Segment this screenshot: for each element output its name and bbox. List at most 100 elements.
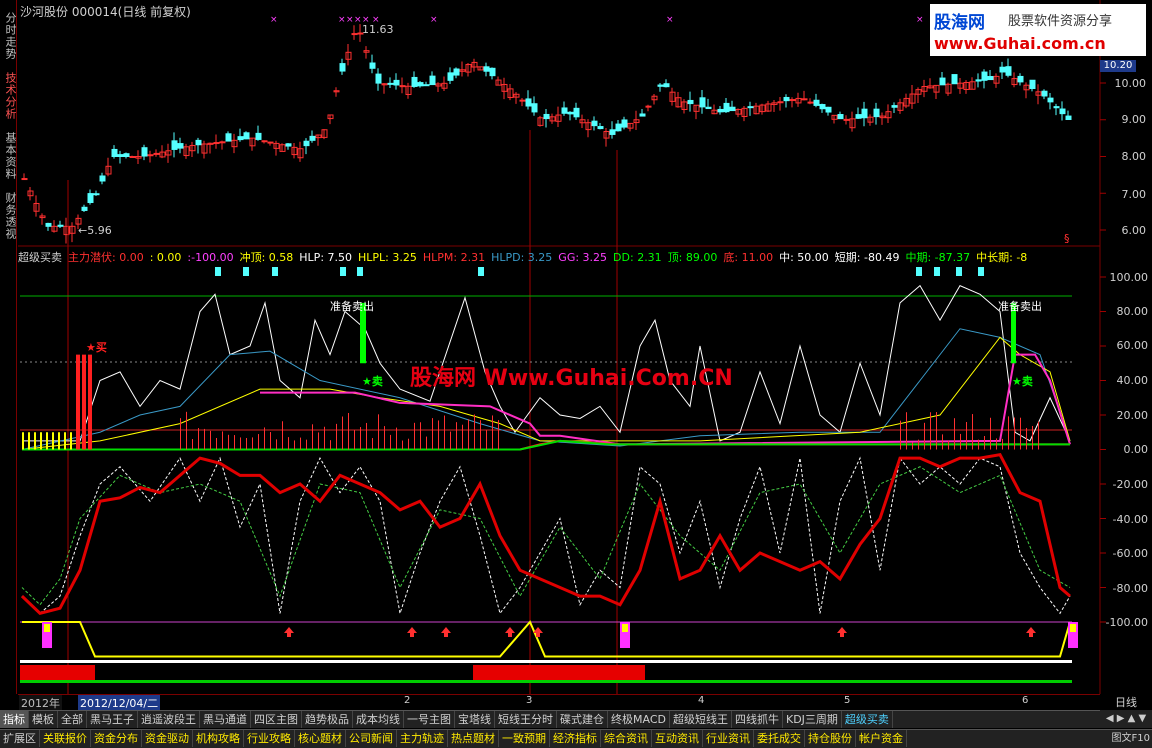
indicator-axis-label: -60.00 [1112,547,1148,560]
period-selector[interactable]: 日线 [1100,694,1152,709]
indicator-tab[interactable]: 超级短线王 [670,711,732,728]
candle-body [639,113,646,117]
buildup-bar [46,432,48,450]
indicator-axis-label: -20.00 [1112,478,1148,491]
indicator-tab[interactable]: 黑马通道 [200,711,251,728]
indicator-tab[interactable]: KDJ三周期 [783,711,842,728]
up-arrow [1026,627,1036,637]
signal-bar [258,434,259,450]
candle-body [663,83,670,88]
indicator-axis-label: 20.00 [1116,409,1149,422]
indicator-header-item: 短期: -80.49 [834,251,900,264]
up-arrow [505,627,515,637]
info-tab[interactable]: 互动资讯 [652,730,703,747]
candle-body [1029,79,1036,90]
candle-body [519,99,526,102]
info-tab[interactable]: 持仓股份 [805,730,856,747]
indicator-tab[interactable]: 成本均线 [353,711,404,728]
indicator-tab[interactable]: 四线抓牛 [732,711,783,728]
month-label: 2 [404,695,411,706]
signal-bar [390,434,391,450]
info-tab[interactable]: 关联报价 [40,730,91,747]
chart-canvas[interactable]: ×××××××××× [0,0,1152,694]
signal-bar [294,440,295,450]
info-tab[interactable]: 资金分布 [91,730,142,747]
signal-bar [1014,417,1015,450]
indicator-axis-label: -40.00 [1112,513,1148,526]
indicator-tab[interactable]: 指标 [0,711,29,728]
indicator-tab[interactable]: 逍遥波段王 [138,711,200,728]
candle-body [213,142,220,145]
info-tab[interactable]: 机构攻略 [193,730,244,747]
indicator-tab[interactable]: 碟式建仓 [557,711,608,728]
candle-body [783,96,790,102]
indicator-tab[interactable]: 宝塔线 [455,711,495,728]
signal-bar [420,422,421,450]
candle-body [393,79,400,86]
candle-body [129,156,136,158]
indicator-tab[interactable]: 黑马王子 [87,711,138,728]
info-tab[interactable]: 公司新闻 [346,730,397,747]
candle-body [387,82,394,85]
info-tab[interactable]: 经济指标 [550,730,601,747]
f10-button[interactable]: 图文F10 [1112,729,1150,748]
signal-bar [906,412,907,450]
info-tab[interactable]: 主力轨迹 [397,730,448,747]
info-tab[interactable]: 一致预期 [499,730,550,747]
info-tab[interactable]: 扩展区 [0,730,40,747]
indicator-header-item: HLP: 7.50 [299,251,353,264]
indicator-tab[interactable]: 一号主图 [404,711,455,728]
toolbar-scroll[interactable]: ◀ ▶ ▲ ▼ [1100,710,1152,728]
info-tab[interactable]: 帐户资金 [856,730,907,747]
signal-bar [288,437,289,450]
candle-body [747,106,754,109]
month-label: 3 [526,695,533,706]
buildup-bar [70,432,72,450]
indicator-tab[interactable]: 全部 [58,711,87,728]
top-marker: × [666,15,674,25]
top-signal [215,267,221,276]
candle-body [111,148,118,158]
info-tab[interactable]: 综合资讯 [601,730,652,747]
info-tab[interactable]: 行业资讯 [703,730,754,747]
indicator-header-item: :-100.00 [187,251,234,264]
indicator-tab[interactable]: 终极MACD [608,711,670,728]
banner-url: www.Guhai.com.cn [934,34,1106,53]
buildup-bar [58,432,60,450]
indicator-tab[interactable]: 模板 [29,711,58,728]
indicator-tab[interactable]: 短线王分时 [495,711,557,728]
signal-bar [1002,438,1003,450]
indicator-tab[interactable]: 趋势极品 [302,711,353,728]
signal-bar [240,437,241,450]
signal-bar [492,415,493,450]
indicator-tab[interactable]: 超级买卖 [842,711,893,728]
bottom-band-white [20,660,1072,663]
bottom-band-red [20,665,95,681]
candle-body [99,175,106,182]
candle-body [429,75,436,86]
signal-bar [498,420,499,450]
info-tab[interactable]: 委托成交 [754,730,805,747]
info-tab[interactable]: 核心题材 [295,730,346,747]
signal-bar [948,440,949,450]
info-toolbar: 扩展区 关联报价 资金分布 资金驱动 机构攻略 行业攻略 核心题材 公司新闻 主力轨迹 热点题材一… [0,729,1152,748]
signal-bar [408,438,409,450]
signal-bar [462,424,463,450]
info-tab[interactable]: 行业攻略 [244,730,295,747]
info-tab[interactable]: 资金驱动 [142,730,193,747]
candle-body [789,99,796,102]
top-signal [916,267,922,276]
signal-bar [222,431,223,450]
candle-body [951,74,958,85]
month-label: 5 [844,695,851,706]
signal-bar [246,437,247,450]
guhai-banner[interactable]: 股海网 股票软件资源分享 www.Guhai.com.cn [930,4,1146,56]
up-arrow [533,627,543,637]
indicator-tab[interactable]: 四区主图 [251,711,302,728]
year-label: 2012年 [19,695,62,711]
candle-body [621,119,628,128]
info-tab[interactable]: 热点题材 [448,730,499,747]
candle-body [1047,97,1054,103]
indicator-header-item: 中长期: -8 [976,251,1028,264]
signal-bar [900,420,901,450]
